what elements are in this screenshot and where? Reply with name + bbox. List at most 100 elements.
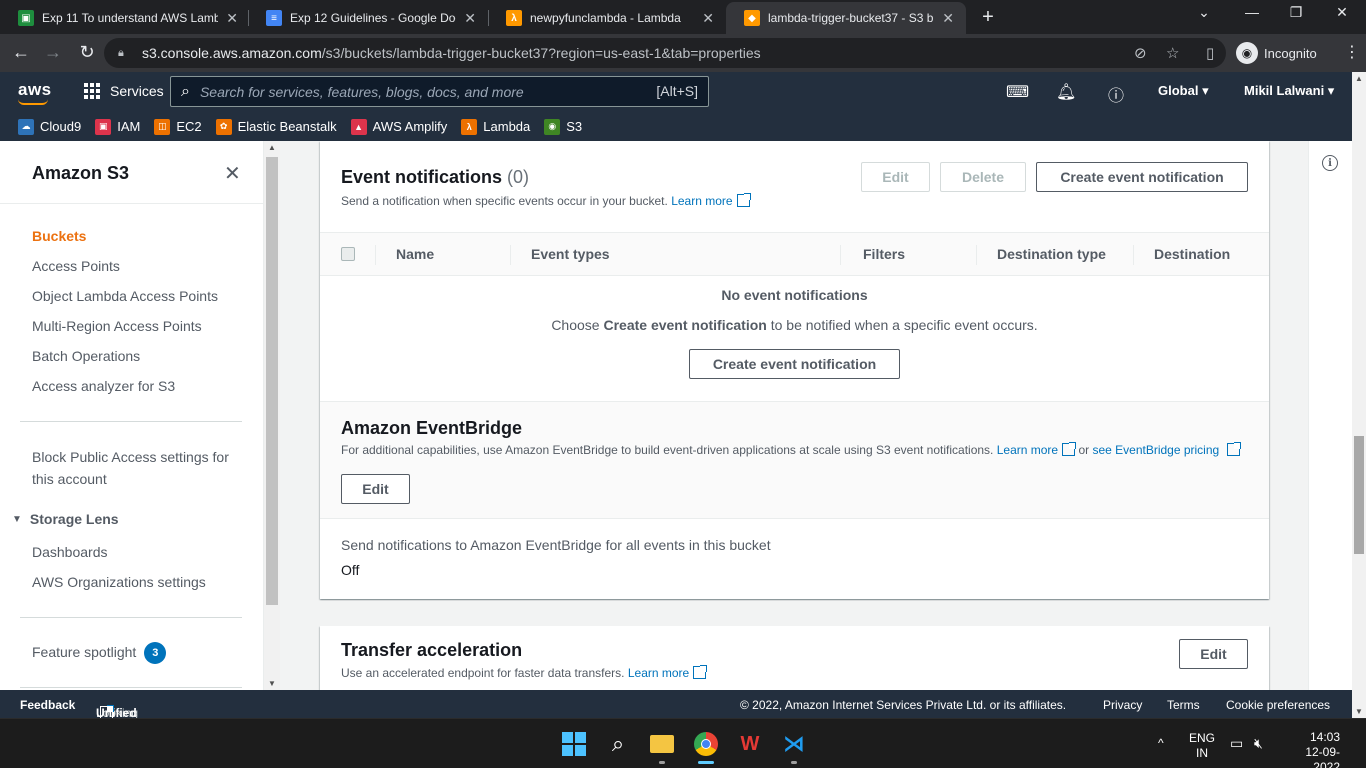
input-language-indicator[interactable]: ENG IN bbox=[1189, 731, 1215, 761]
sidenav-scrollbar[interactable]: ▲ ▼ bbox=[264, 141, 280, 690]
privacy-link[interactable]: Privacy bbox=[1103, 698, 1142, 712]
delete-button[interactable]: Delete bbox=[940, 162, 1026, 192]
services-menu-button[interactable]: Services bbox=[84, 83, 164, 99]
classroom-icon: ▣ bbox=[18, 10, 34, 26]
description-text: Send a notification when specific events… bbox=[341, 194, 668, 208]
close-icon[interactable]: ✕ bbox=[226, 10, 238, 27]
windows-start-icon[interactable] bbox=[560, 730, 588, 758]
favorite-lambda[interactable]: λ Lambda bbox=[461, 118, 530, 135]
forward-arrow-icon[interactable]: → bbox=[42, 42, 64, 63]
bookmark-star-icon[interactable]: ☆ bbox=[1166, 44, 1179, 62]
page-scrollbar-thumb[interactable] bbox=[1354, 436, 1364, 554]
cloudshell-icon[interactable]: ⌨ bbox=[1006, 82, 1029, 102]
aws-search-input[interactable]: ⌕ Search for services, features, blogs, … bbox=[170, 76, 709, 107]
window-close-icon[interactable]: ✕ bbox=[1328, 4, 1356, 21]
browser-tab-4-active[interactable]: ◆ lambda-trigger-bucket37 - S3 bu ✕ bbox=[726, 2, 966, 34]
close-icon[interactable]: ✕ bbox=[224, 161, 241, 186]
feedback-link[interactable]: Feedback bbox=[20, 698, 75, 712]
sidebar-item-dashboards[interactable]: Dashboards bbox=[32, 541, 108, 563]
sidebar-item-multi-region-access-points[interactable]: Multi-Region Access Points bbox=[32, 315, 202, 337]
browser-tab-3[interactable]: λ newpyfunclambda - Lambda ✕ bbox=[488, 2, 726, 34]
close-icon[interactable]: ✕ bbox=[702, 10, 714, 27]
transfer-learn-more-link[interactable]: Learn more bbox=[628, 665, 708, 680]
search-icon[interactable]: ⌕ bbox=[604, 730, 632, 758]
favorite-cloud9[interactable]: ☁ Cloud9 bbox=[18, 118, 81, 135]
file-explorer-icon[interactable] bbox=[648, 730, 676, 764]
sidebar-item-batch-operations[interactable]: Batch Operations bbox=[32, 345, 140, 367]
sidebar-item-access-analyzer[interactable]: Access analyzer for S3 bbox=[32, 375, 175, 397]
iam-icon: ▣ bbox=[95, 118, 112, 135]
network-icon[interactable]: ▭ bbox=[1230, 735, 1243, 752]
chrome-icon[interactable] bbox=[692, 730, 720, 764]
aws-logo[interactable]: aws bbox=[18, 80, 52, 105]
event-notifications-title: Event notifications (0) bbox=[341, 167, 529, 188]
minimize-icon[interactable]: — bbox=[1238, 4, 1266, 20]
tab-search-chevron-icon[interactable]: ⌄ bbox=[1190, 4, 1218, 21]
scroll-up-icon[interactable]: ▲ bbox=[1355, 74, 1363, 83]
new-tab-icon[interactable]: + bbox=[978, 6, 998, 29]
volume-muted-icon[interactable]: 🔇︎ bbox=[1254, 735, 1263, 752]
empty-post: to be notified when a specific event occ… bbox=[766, 317, 1038, 333]
scroll-up-icon[interactable]: ▲ bbox=[268, 143, 276, 152]
browser-tab-1[interactable]: ▣ Exp 11 To understand AWS Lamb ✕ bbox=[0, 2, 250, 34]
favorite-elastic-beanstalk[interactable]: ✿ Elastic Beanstalk bbox=[215, 118, 337, 135]
windows-taskbar: ⌕ W ⋊ ^ ENG IN ▭ 🔇︎ 14:03 12-09-2022 bbox=[0, 718, 1366, 768]
sidebar-item-aws-organizations-settings[interactable]: AWS Organizations settings bbox=[32, 571, 206, 593]
tab-title: Exp 11 To understand AWS Lamb bbox=[42, 11, 219, 25]
wps-office-icon[interactable]: W bbox=[736, 730, 764, 758]
tracking-protection-icon[interactable]: ⊘ bbox=[1134, 44, 1147, 62]
eventbridge-edit-button[interactable]: Edit bbox=[341, 474, 410, 504]
tray-overflow-chevron-icon[interactable]: ^ bbox=[1158, 736, 1164, 750]
system-clock[interactable]: 14:03 12-09-2022 bbox=[1286, 730, 1340, 768]
terms-link[interactable]: Terms bbox=[1167, 698, 1200, 712]
empty-create-event-notification-button[interactable]: Create event notification bbox=[689, 349, 900, 379]
scroll-down-icon[interactable]: ▼ bbox=[1355, 707, 1363, 716]
region-selector[interactable]: Global ▾ bbox=[1158, 83, 1209, 99]
select-all-checkbox[interactable] bbox=[341, 247, 355, 261]
help-icon[interactable]: ⓘ bbox=[1106, 82, 1126, 106]
favorite-iam[interactable]: ▣ IAM bbox=[95, 118, 140, 135]
empty-state-title: No event notifications bbox=[721, 287, 868, 303]
favorite-aws-amplify[interactable]: ▲ AWS Amplify bbox=[350, 118, 447, 135]
scroll-down-icon[interactable]: ▼ bbox=[268, 679, 276, 688]
column-header-name[interactable]: Name bbox=[396, 246, 434, 262]
create-event-notification-button[interactable]: Create event notification bbox=[1036, 162, 1248, 192]
column-header-event-types[interactable]: Event types bbox=[531, 246, 610, 262]
sidebar-group-storage-lens[interactable]: ▼ Storage Lens bbox=[12, 511, 119, 527]
page-scrollbar[interactable]: ▲ ▼ bbox=[1352, 72, 1366, 718]
favorite-s3[interactable]: ◉ S3 bbox=[544, 118, 582, 135]
side-panel-icon[interactable]: ▯ bbox=[1206, 44, 1214, 62]
transfer-acceleration-edit-button[interactable]: Edit bbox=[1179, 639, 1248, 669]
edit-button[interactable]: Edit bbox=[861, 162, 930, 192]
eventbridge-learn-more-link[interactable]: Learn more bbox=[997, 442, 1077, 457]
column-header-destination[interactable]: Destination bbox=[1154, 246, 1230, 262]
sidebar-item-block-public-access[interactable]: Block Public Access settings for this ac… bbox=[32, 446, 229, 490]
column-header-filters[interactable]: Filters bbox=[863, 246, 905, 262]
sidenav-scrollbar-thumb[interactable] bbox=[266, 157, 278, 605]
restore-icon[interactable]: ❐ bbox=[1282, 4, 1310, 21]
notifications-bell-icon[interactable]: 🔔︎ bbox=[1056, 82, 1076, 102]
learn-more-link[interactable]: Learn more bbox=[671, 193, 751, 208]
account-menu[interactable]: Mikil Lalwani ▾ bbox=[1244, 83, 1334, 99]
close-icon[interactable]: ✕ bbox=[942, 10, 954, 27]
address-bar[interactable]: 🔒︎ s3.console.aws.amazon.com /s3/buckets… bbox=[104, 38, 1226, 68]
cookie-preferences-link[interactable]: Cookie preferences bbox=[1226, 698, 1330, 712]
vscode-icon[interactable]: ⋊ bbox=[780, 730, 808, 764]
browser-tab-2[interactable]: ≡ Exp 12 Guidelines - Google Docs ✕ bbox=[248, 2, 488, 34]
favorite-ec2[interactable]: ◫ EC2 bbox=[154, 118, 202, 135]
eventbridge-pricing-link[interactable]: see EventBridge pricing bbox=[1092, 442, 1241, 457]
sidebar-item-buckets[interactable]: Buckets bbox=[32, 225, 86, 247]
elastic-beanstalk-icon: ✿ bbox=[215, 118, 232, 135]
sidebar-item-object-lambda-access-points[interactable]: Object Lambda Access Points bbox=[32, 285, 218, 307]
divider bbox=[20, 421, 242, 422]
sidebar-item-feature-spotlight[interactable]: Feature spotlight 3 bbox=[32, 641, 167, 665]
incognito-profile[interactable]: ◉ Incognito bbox=[1236, 39, 1317, 67]
info-icon[interactable]: i bbox=[1322, 155, 1338, 171]
amplify-icon: ▲ bbox=[350, 118, 367, 135]
close-icon[interactable]: ✕ bbox=[464, 10, 476, 27]
back-arrow-icon[interactable]: ← bbox=[10, 42, 32, 63]
column-header-destination-type[interactable]: Destination type bbox=[997, 246, 1106, 262]
reload-icon[interactable]: ↻ bbox=[76, 42, 98, 63]
sidebar-item-access-points[interactable]: Access Points bbox=[32, 255, 120, 277]
browser-menu-icon[interactable]: ⋮ bbox=[1344, 42, 1360, 62]
